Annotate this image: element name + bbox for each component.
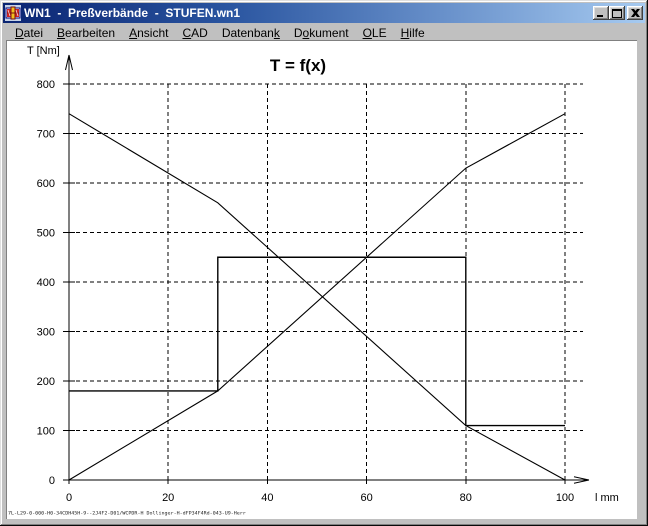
y-axis-label: T [Nm]	[27, 45, 60, 57]
minimize-button[interactable]	[593, 6, 609, 20]
y-tick-label: 300	[37, 327, 55, 339]
x-axis-arrow-icon	[574, 477, 589, 483]
y-tick-label: 700	[37, 129, 55, 141]
status-footer-text: 7L-L29-0-000-H0-34CDH45H-9--2J4F2-D01/WC…	[8, 511, 246, 516]
menu-item-dokument[interactable]: Dokument	[287, 24, 356, 42]
series-step-torque-capacity	[69, 257, 565, 425]
minimize-icon	[596, 9, 606, 18]
x-tick-label: 80	[460, 492, 472, 504]
y-tick-label: 200	[37, 376, 55, 388]
menu-item-ansicht[interactable]: Ansicht	[122, 24, 175, 42]
torque-chart: 0 100 200 300 400 500 600 700 800 0 20 40 60 80 100 T […	[6, 40, 637, 519]
chart-title: T = f(x)	[270, 56, 326, 75]
x-axis-label: l mm	[595, 492, 619, 504]
x-tick-label: 100	[556, 492, 574, 504]
menu-item-datenbank[interactable]: Datenbank	[215, 24, 287, 42]
title-bar[interactable]: WN1 - Preßverbände - STUFEN.wn1	[3, 3, 645, 23]
menu-item-ole[interactable]: OLE	[356, 24, 394, 42]
x-tick-label: 0	[66, 492, 72, 504]
series-torque-descending	[69, 114, 565, 480]
window-title: WN1 - Preßverbände - STUFEN.wn1	[24, 5, 593, 21]
y-axis-arrow-icon	[66, 55, 73, 70]
series-torque-ascending	[69, 114, 565, 480]
x-tick-label: 60	[360, 492, 372, 504]
app-window: WN1 - Preßverbände - STUFEN.wn1 DateiBea…	[0, 0, 648, 526]
chart-client-area: 0 100 200 300 400 500 600 700 800 0 20 40 60 80 100 T […	[6, 40, 637, 519]
x-tick-label: 20	[162, 492, 174, 504]
y-tick-label: 0	[49, 475, 55, 487]
close-button[interactable]	[627, 6, 643, 20]
wn1-app-icon	[5, 5, 21, 21]
y-tick-label: 800	[37, 79, 55, 91]
y-tick-label: 500	[37, 228, 55, 240]
maximize-icon	[612, 9, 622, 18]
close-icon	[631, 9, 640, 17]
maximize-button[interactable]	[609, 6, 625, 20]
menu-item-bearbeiten[interactable]: Bearbeiten	[50, 24, 122, 42]
menu-item-datei[interactable]: Datei	[8, 24, 50, 42]
menu-item-hilfe[interactable]: Hilfe	[394, 24, 432, 42]
menu-item-cad[interactable]: CAD	[175, 24, 214, 42]
x-tick-label: 40	[261, 492, 273, 504]
y-tick-label: 600	[37, 178, 55, 190]
y-tick-label: 400	[37, 277, 55, 289]
y-tick-label: 100	[37, 426, 55, 438]
